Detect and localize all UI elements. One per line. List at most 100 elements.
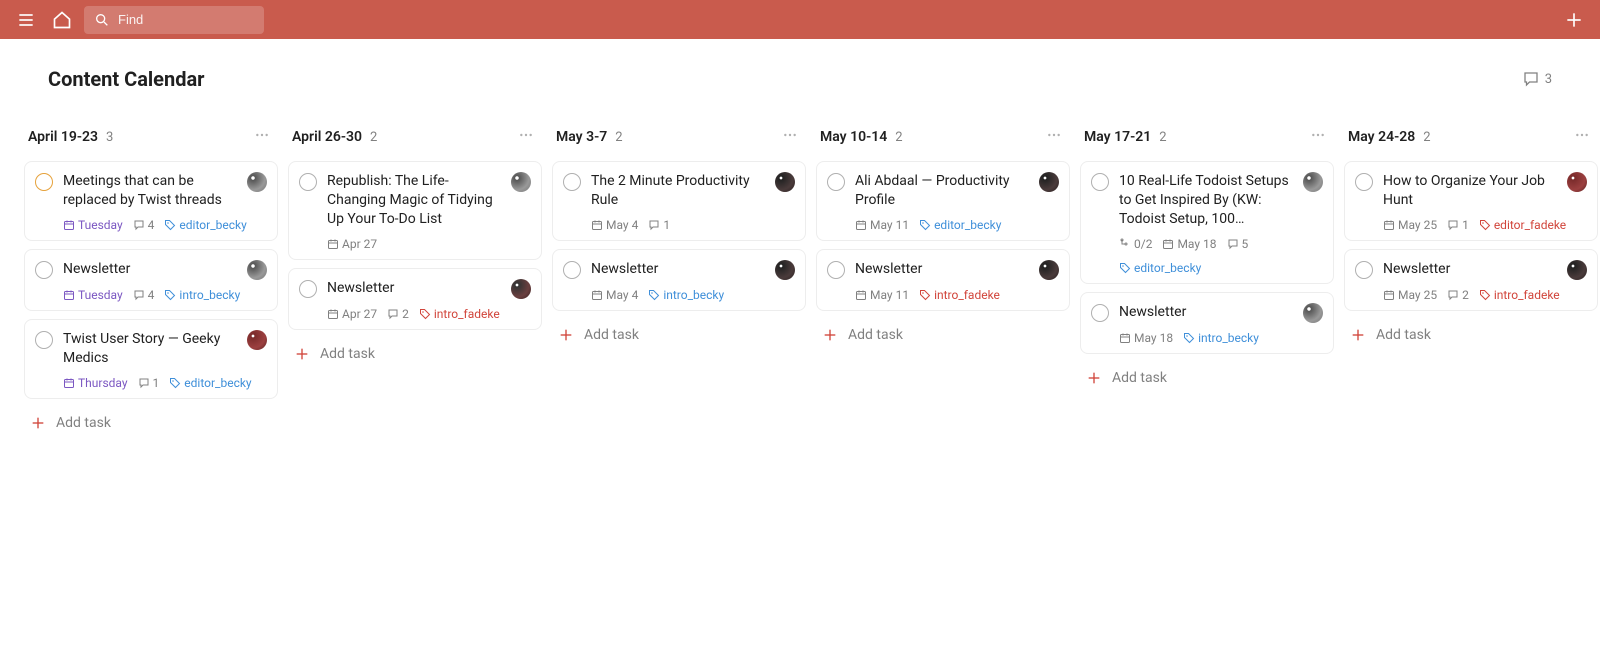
task-label[interactable]: editor_becky <box>1119 261 1201 275</box>
task-title: Ali Abdaal — Productivity Profile <box>855 172 1025 210</box>
task-title: Newsletter <box>63 260 233 279</box>
task-label[interactable]: editor_becky <box>919 218 1001 232</box>
project-comments-button[interactable]: 3 <box>1522 70 1552 88</box>
task-checkbox[interactable] <box>35 261 53 279</box>
calendar-icon <box>1383 289 1395 301</box>
assignee-avatar[interactable] <box>1303 303 1323 323</box>
task-checkbox[interactable] <box>1091 304 1109 322</box>
add-task-button[interactable]: Add task <box>1080 362 1334 394</box>
add-task-label: Add task <box>56 415 111 431</box>
add-task-button[interactable]: Add task <box>288 338 542 370</box>
assignee-avatar[interactable] <box>775 260 795 280</box>
page-title: Content Calendar <box>48 67 204 91</box>
task-title: Twist User Story — Geeky Medics <box>63 330 233 368</box>
subtask-count: 0/2 <box>1119 237 1152 251</box>
task-checkbox[interactable] <box>563 261 581 279</box>
column-title: May 3-7 <box>556 129 607 145</box>
task-title: Meetings that can be replaced by Twist t… <box>63 172 233 210</box>
assignee-avatar[interactable] <box>1039 260 1059 280</box>
task-card[interactable]: Ali Abdaal — Productivity Profile May 11… <box>816 161 1070 241</box>
task-checkbox[interactable] <box>299 280 317 298</box>
task-label[interactable]: intro_becky <box>164 288 240 302</box>
assignee-avatar[interactable] <box>247 330 267 350</box>
task-card[interactable]: The 2 Minute Productivity Rule May 41 <box>552 161 806 241</box>
plus-icon <box>558 327 574 343</box>
task-label[interactable]: editor_fadeke <box>1479 218 1566 232</box>
task-label[interactable]: intro_becky <box>648 288 724 302</box>
assignee-avatar[interactable] <box>511 279 531 299</box>
add-task-button[interactable]: Add task <box>552 319 806 351</box>
task-checkbox[interactable] <box>35 173 53 191</box>
task-checkbox[interactable] <box>35 331 53 349</box>
column-menu-button[interactable] <box>1306 123 1330 151</box>
task-label[interactable]: intro_fadeke <box>1479 288 1560 302</box>
task-card[interactable]: Newsletter May 11intro_fadeke <box>816 249 1070 311</box>
search-input[interactable] <box>118 12 254 27</box>
comment-count: 2 <box>1447 288 1469 302</box>
assignee-avatar[interactable] <box>775 172 795 192</box>
calendar-icon <box>855 219 867 231</box>
column-menu-button[interactable] <box>1042 123 1066 151</box>
task-card[interactable]: Republish: The Life-Changing Magic of Ti… <box>288 161 542 260</box>
assignee-avatar[interactable] <box>1303 172 1323 192</box>
task-checkbox[interactable] <box>1355 261 1373 279</box>
task-card[interactable]: Newsletter Apr 272intro_fadeke <box>288 268 542 330</box>
assignee-avatar[interactable] <box>511 172 531 192</box>
task-label[interactable]: editor_becky <box>164 218 246 232</box>
due-date: Tuesday <box>63 218 123 232</box>
task-meta: Thursday1editor_becky <box>35 376 267 390</box>
board-column: May 24-28 2 How to Organize Your Job Hun… <box>1344 123 1598 439</box>
task-checkbox[interactable] <box>827 261 845 279</box>
add-button[interactable] <box>1560 6 1588 34</box>
task-checkbox[interactable] <box>299 173 317 191</box>
add-task-button[interactable]: Add task <box>816 319 1070 351</box>
column-header[interactable]: April 26-30 2 <box>288 123 542 151</box>
calendar-icon <box>1119 332 1131 344</box>
column-menu-button[interactable] <box>1570 123 1594 151</box>
column-title: April 19-23 <box>28 129 98 145</box>
task-meta: Tuesday4intro_becky <box>35 288 267 302</box>
column-header[interactable]: April 19-23 3 <box>24 123 278 151</box>
task-card[interactable]: Newsletter May 18intro_becky <box>1080 292 1334 354</box>
column-count: 3 <box>106 130 113 145</box>
column-header[interactable]: May 24-28 2 <box>1344 123 1598 151</box>
home-button[interactable] <box>48 6 76 34</box>
add-task-button[interactable]: Add task <box>24 407 278 439</box>
task-meta: May 252intro_fadeke <box>1355 288 1587 302</box>
column-menu-button[interactable] <box>778 123 802 151</box>
task-card[interactable]: Meetings that can be replaced by Twist t… <box>24 161 278 241</box>
assignee-avatar[interactable] <box>247 260 267 280</box>
task-card[interactable]: Newsletter May 4intro_becky <box>552 249 806 311</box>
task-checkbox[interactable] <box>563 173 581 191</box>
task-checkbox[interactable] <box>827 173 845 191</box>
task-checkbox[interactable] <box>1091 173 1109 191</box>
due-date: May 18 <box>1162 237 1216 251</box>
assignee-avatar[interactable] <box>1567 260 1587 280</box>
task-checkbox[interactable] <box>1355 173 1373 191</box>
task-label[interactable]: editor_becky <box>169 376 251 390</box>
task-card[interactable]: Twist User Story — Geeky Medics Thursday… <box>24 319 278 399</box>
task-label[interactable]: intro_becky <box>1183 331 1259 345</box>
task-card[interactable]: 10 Real-Life Todoist Setups to Get Inspi… <box>1080 161 1334 284</box>
task-card[interactable]: How to Organize Your Job Hunt May 251edi… <box>1344 161 1598 241</box>
task-card[interactable]: Newsletter May 252intro_fadeke <box>1344 249 1598 311</box>
page-header: Content Calendar 3 <box>0 39 1600 99</box>
comment-count: 2 <box>387 307 409 321</box>
add-task-button[interactable]: Add task <box>1344 319 1598 351</box>
search-box[interactable] <box>84 6 264 34</box>
task-label[interactable]: intro_fadeke <box>919 288 1000 302</box>
task-card[interactable]: Newsletter Tuesday4intro_becky <box>24 249 278 311</box>
assignee-avatar[interactable] <box>1567 172 1587 192</box>
column-header[interactable]: May 17-21 2 <box>1080 123 1334 151</box>
due-date: May 11 <box>855 288 909 302</box>
column-menu-button[interactable] <box>250 123 274 151</box>
menu-button[interactable] <box>12 6 40 34</box>
task-label[interactable]: intro_fadeke <box>419 307 500 321</box>
column-header[interactable]: May 3-7 2 <box>552 123 806 151</box>
assignee-avatar[interactable] <box>1039 172 1059 192</box>
column-menu-button[interactable] <box>514 123 538 151</box>
topbar <box>0 0 1600 39</box>
assignee-avatar[interactable] <box>247 172 267 192</box>
column-header[interactable]: May 10-14 2 <box>816 123 1070 151</box>
column-title: May 10-14 <box>820 129 887 145</box>
